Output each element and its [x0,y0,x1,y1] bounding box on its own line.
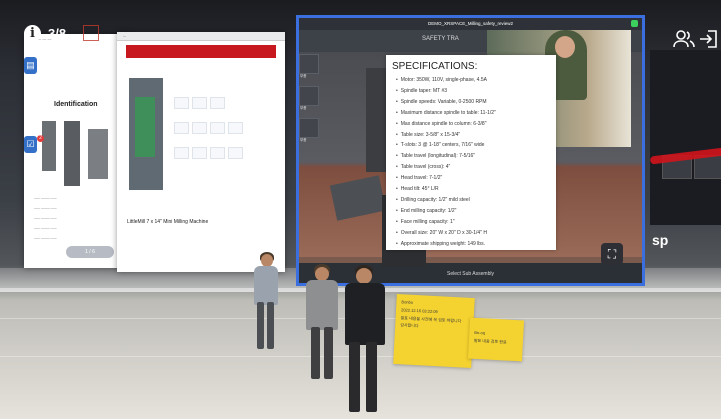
product-thumbnail[interactable] [174,122,189,134]
web-page-panel[interactable]: — [117,32,285,272]
document-icon[interactable]: ▤ [24,57,37,74]
avatar-leg [311,327,320,379]
users-icon[interactable] [673,28,695,50]
specifications-card: SPECIFICATIONS: Motor: 350W, 110V, singl… [386,55,556,250]
sticky-note[interactable]: Bn-oq 발표 내용 검토 완료 [467,317,525,362]
exit-icon[interactable] [698,28,720,50]
tab-safety-training[interactable]: SAFETY TRA [422,36,459,42]
note-line: Bn-oq [474,329,486,336]
avatar-head [356,268,372,284]
note-line: 감사합니다 [400,322,419,329]
spec-item: Table travel (longitudinal): 7-5/16" [396,151,496,162]
backdrop-sign: sp [652,232,669,248]
avatar-leg [324,327,333,379]
avatar-head [315,267,329,281]
note-author: Bonbo [401,299,414,305]
avatar-body [345,283,385,345]
product-thumbnail[interactable] [228,147,243,159]
sub-assembly-label: 부품 [300,74,307,78]
viewer-title: DEMO_XRSPACE_Milling_safety_review2 [299,18,642,30]
spec-item: Drilling capacity: 1/2" mild steel [396,195,496,206]
spec-item: Approximate shipping weight: 149 lbs. [396,239,496,250]
product-thumbnail[interactable] [192,97,207,109]
mill-diagram [64,121,80,186]
specifications-list: Motor: 350W, 110V, single-phase, 4.5A Sp… [396,75,496,250]
fullscreen-icon[interactable]: ⛶ [601,243,623,265]
sub-assembly-icon[interactable] [299,54,319,74]
avatar-leg [267,302,274,349]
specifications-title: SPECIFICATIONS: [392,61,478,72]
document-text: —— ——— —— [34,206,57,210]
mill-diagram [42,121,56,171]
document-text: —— ——— —— [34,226,57,230]
page-pager[interactable]: 1 / 6 [66,246,114,258]
right-wall-screen [650,50,721,225]
spec-item: Maximum distance spindle to table: 11-1/… [396,108,496,119]
store-header-bar [126,45,276,58]
sub-assembly-icon[interactable] [299,118,319,138]
browser-url-bar: — [117,32,285,41]
product-image [135,97,155,157]
record-indicator[interactable] [83,25,99,41]
avatar-leg [349,342,360,412]
product-thumbnail[interactable] [174,97,189,109]
spec-item: Spindle taper: MT #3 [396,86,496,97]
product-thumbnail[interactable] [192,147,207,159]
spec-item: Motor: 350W, 110V, single-phase, 4.5A [396,75,496,86]
floor-line [0,356,721,357]
document-title: Identification [54,101,98,108]
spec-item: Spindle speeds: Variable, 0-2500 RPM [396,97,496,108]
document-text: —— ——— —— [34,196,57,200]
viewer-close-button[interactable] [631,20,638,27]
avatar-body [306,280,338,330]
spec-item: Table travel (cross): 4" [396,162,496,173]
checklist-icon[interactable]: ☑ [24,136,37,153]
info-icon[interactable]: i [24,25,41,42]
product-thumbnail[interactable] [210,147,225,159]
product-thumbnail[interactable] [174,147,189,159]
product-heading: LittleMill 7 x 14" Mini Milling Machine [127,219,209,225]
spec-item: T-slots: 3 @ 1-18" centers, 7/16" wide [396,140,496,151]
product-thumbnail[interactable] [210,122,225,134]
sticky-note[interactable]: Bonbo 2022.12.16 03:22:09 발표 내용을 사전에 꼭 검… [393,294,475,368]
video-presenter-face [555,36,575,58]
product-thumbnail[interactable] [228,122,243,134]
product-thumbnail[interactable] [192,122,207,134]
avatar-body [254,266,278,305]
avatar-leg [366,342,377,412]
spec-item: Overall size: 20" W x 20" D x 30-1/4" H [396,228,496,239]
spec-item: Face milling capacity: 1" [396,217,496,228]
document-text: —— ——— —— [34,236,57,240]
sub-assembly-label: 부품 [300,106,307,110]
select-sub-assembly-button[interactable]: Select Sub Assembly [299,263,642,283]
document-panel[interactable]: — — — — Identification —— ——— —— —— ——— … [24,34,132,268]
note-date: 2022.12.16 03:22:09 [400,307,438,315]
spec-item: Table size: 3-5/8" x 15-3/4" [396,130,496,141]
document-text: —— ——— —— [34,216,57,220]
note-line: 발표 내용 검토 완료 [473,337,507,345]
product-thumbnail[interactable] [210,97,225,109]
mill-diagram [88,129,108,179]
spec-item: Head travel: 7-1/2" [396,173,496,184]
sub-assembly-label: 부품 [300,138,307,142]
notification-badge: 2 [37,135,44,142]
sub-assembly-icon[interactable] [299,86,319,106]
virtual-room-scene: sp — — — — Identification —— ——— —— —— —… [0,0,721,419]
avatar-leg [257,302,264,349]
spec-item: Max distance spindle to column: 6-3/8" [396,119,496,130]
page-indicator: 3/8 [48,26,67,41]
spec-item: End milling capacity: 1/2" [396,206,496,217]
spec-item: Head tilt: 45° L/R [396,184,496,195]
